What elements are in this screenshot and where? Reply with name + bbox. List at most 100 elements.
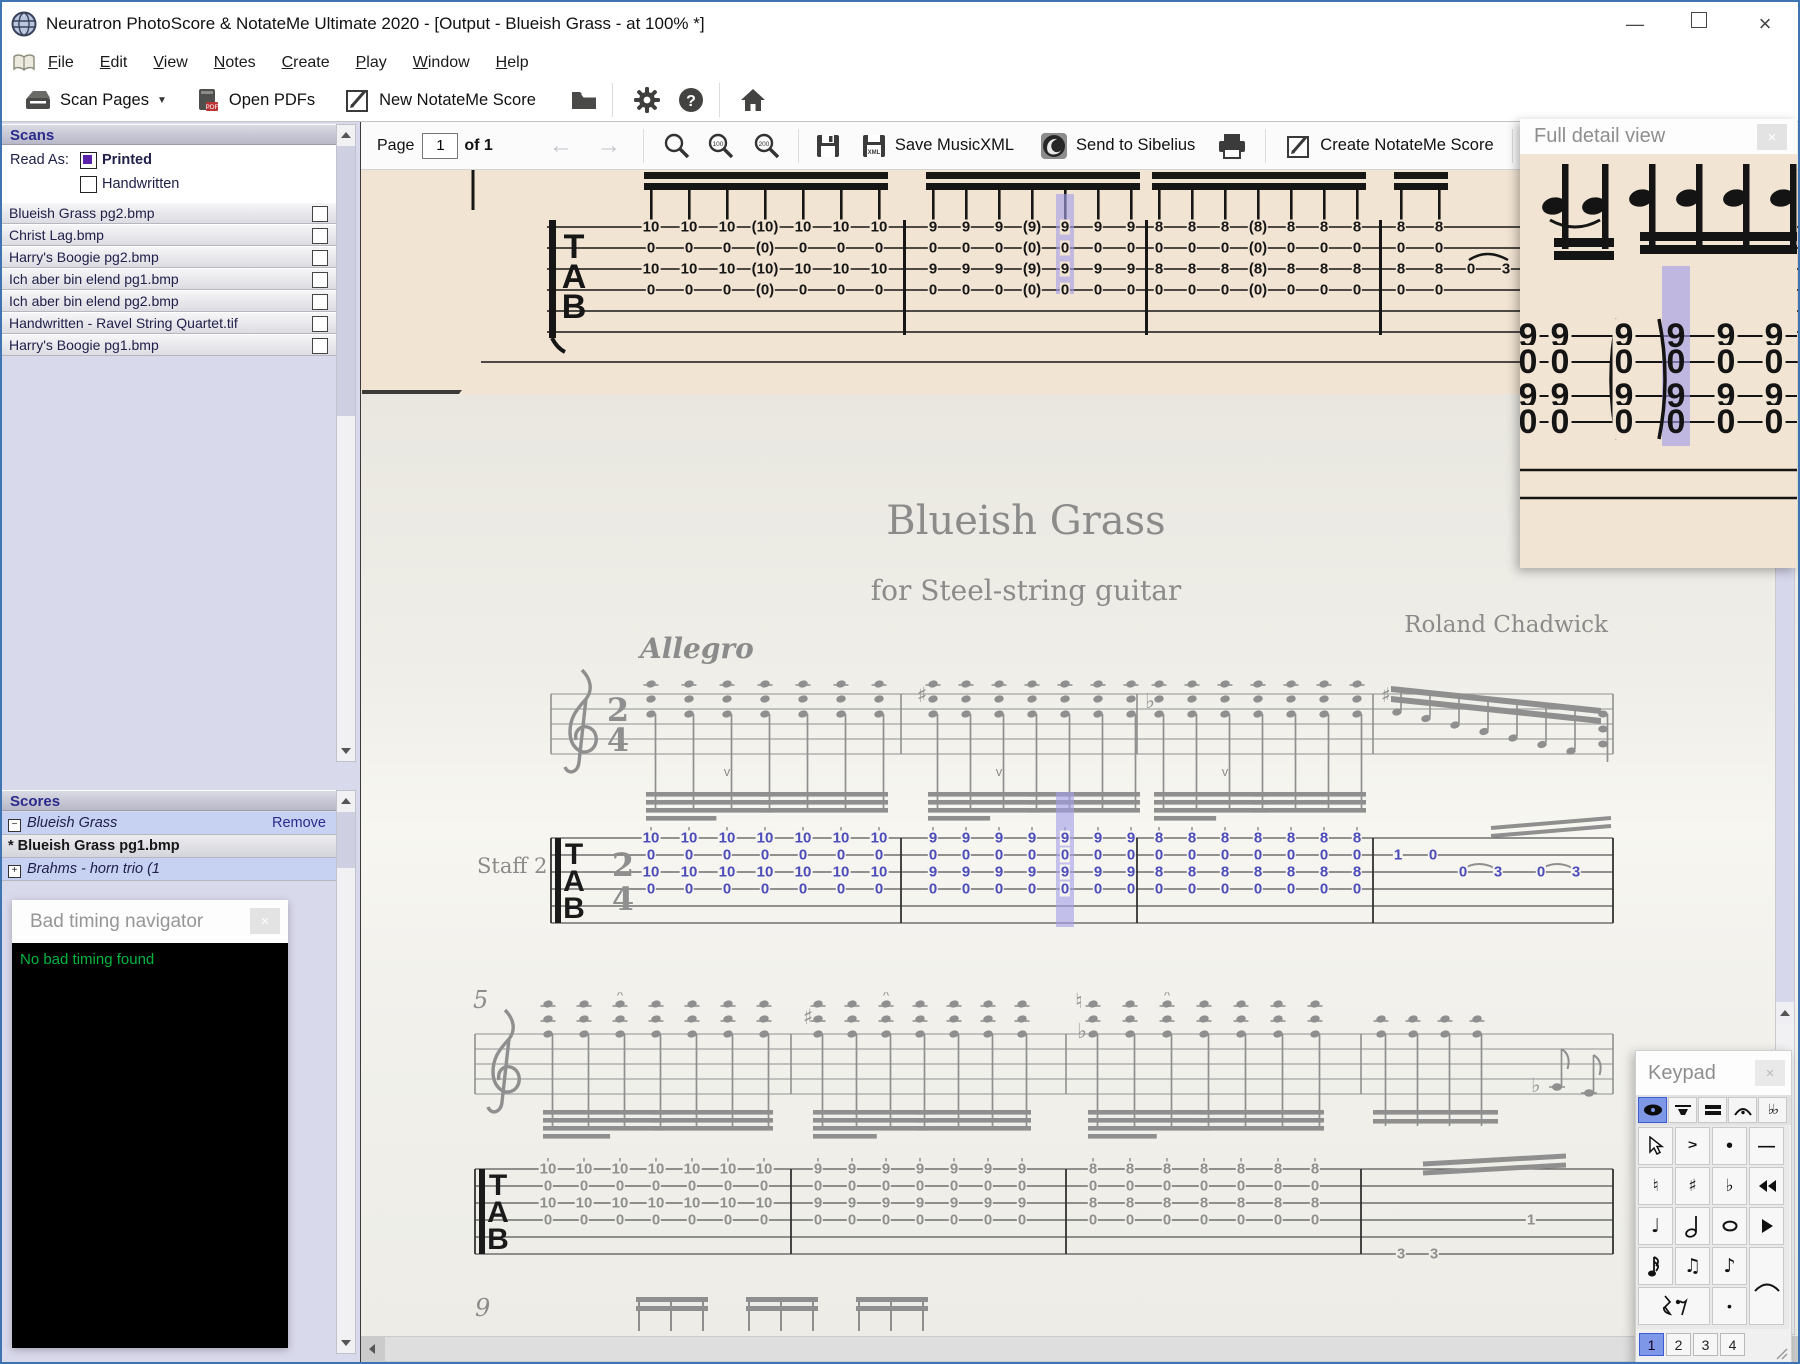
scores-scrollbar-thumb[interactable] bbox=[337, 812, 355, 868]
scroll-left-icon[interactable] bbox=[363, 1339, 381, 1359]
zoom-200-icon[interactable]: 200 bbox=[752, 131, 782, 161]
scroll-up-icon[interactable] bbox=[337, 791, 355, 811]
file-checkbox[interactable] bbox=[312, 250, 328, 266]
keypad-cursor-icon[interactable] bbox=[1638, 1127, 1673, 1165]
keypad-eighth-note-icon[interactable]: ♪ bbox=[1712, 1247, 1747, 1285]
collapse-icon[interactable]: − bbox=[8, 819, 21, 832]
keypad-rests-icon[interactable] bbox=[1638, 1287, 1710, 1325]
keypad-tab-note-value-icon[interactable] bbox=[1668, 1097, 1697, 1123]
scroll-down-icon[interactable] bbox=[337, 741, 355, 761]
scan-file-row[interactable]: Handwritten - Ravel String Quartet.tif bbox=[2, 312, 336, 334]
menu-window[interactable]: Window bbox=[413, 54, 470, 71]
file-checkbox[interactable] bbox=[312, 338, 328, 354]
keypad-accent-icon[interactable]: > bbox=[1675, 1127, 1710, 1165]
menu-view[interactable]: View bbox=[153, 54, 187, 71]
scan-tab-number: 10 bbox=[793, 218, 813, 236]
scan-file-row[interactable]: Blueish Grass pg2.bmp bbox=[2, 202, 336, 224]
menu-create[interactable]: Create bbox=[282, 54, 330, 71]
print-icon[interactable] bbox=[1217, 133, 1247, 159]
keypad-tab-double-flat-icon[interactable]: ♭♭ bbox=[1758, 1097, 1787, 1123]
scores-scrollbar[interactable] bbox=[336, 790, 356, 1354]
keypad-voice-1[interactable]: 1 bbox=[1639, 1333, 1664, 1356]
scroll-up-icon[interactable] bbox=[1776, 1002, 1794, 1024]
expand-icon[interactable]: + bbox=[8, 865, 21, 878]
score-row[interactable]: − Blueish Grass Remove bbox=[2, 812, 336, 835]
keypad-natural-icon[interactable]: ♮ bbox=[1638, 1167, 1673, 1205]
keypad-play-icon[interactable] bbox=[1749, 1207, 1784, 1245]
scan-pages-button[interactable]: Scan Pages ▼ bbox=[24, 88, 167, 112]
read-as-box: Read As: Printed Handwritten bbox=[2, 145, 336, 202]
horizontal-scrollbar-thumb[interactable] bbox=[385, 1337, 1773, 1361]
menu-edit[interactable]: Edit bbox=[100, 54, 128, 71]
create-notateme-score-button[interactable]: Create NotateMe Score bbox=[1286, 133, 1494, 159]
next-page-icon[interactable]: → bbox=[597, 132, 621, 160]
menu-play[interactable]: Play bbox=[356, 54, 387, 71]
home-icon bbox=[740, 89, 765, 111]
previous-page-icon[interactable]: ← bbox=[549, 132, 573, 160]
scan-file-row[interactable]: Christ Lag.bmp bbox=[2, 224, 336, 246]
file-checkbox[interactable] bbox=[312, 206, 328, 222]
keypad-tie-icon[interactable] bbox=[1749, 1247, 1784, 1325]
keypad-eighth-note-pair-icon[interactable]: ♫ bbox=[1675, 1247, 1710, 1285]
close-icon[interactable]: × bbox=[1757, 124, 1787, 150]
scan-file-row[interactable]: Harry's Boogie pg2.bmp bbox=[2, 246, 336, 268]
open-folder-button[interactable] bbox=[570, 89, 598, 111]
keypad-sharp-icon[interactable]: ♯ bbox=[1675, 1167, 1710, 1205]
close-icon[interactable]: × bbox=[1755, 1060, 1785, 1086]
keypad-dot-icon[interactable]: • bbox=[1712, 1287, 1747, 1325]
keypad-half-note-icon[interactable] bbox=[1675, 1207, 1710, 1245]
menu-file[interactable]: File bbox=[48, 54, 74, 71]
settings-button[interactable] bbox=[633, 86, 661, 114]
scroll-up-icon[interactable] bbox=[337, 125, 355, 145]
printed-checkbox[interactable] bbox=[80, 152, 97, 169]
new-notateme-score-button[interactable]: New NotateMe Score bbox=[345, 87, 536, 113]
file-checkbox[interactable] bbox=[312, 228, 328, 244]
home-button[interactable] bbox=[740, 87, 766, 113]
keypad-tab-eye-icon[interactable] bbox=[1638, 1097, 1667, 1123]
keypad-tenuto-icon[interactable]: — bbox=[1749, 1127, 1784, 1165]
scroll-down-icon[interactable] bbox=[337, 1333, 355, 1353]
maximize-button[interactable] bbox=[1684, 12, 1714, 36]
zoom-100-icon[interactable]: 100 bbox=[706, 131, 736, 161]
detail-tab-number: 0 bbox=[1714, 403, 1738, 441]
keypad-rewind-icon[interactable] bbox=[1749, 1167, 1784, 1205]
keypad-flat-icon[interactable]: ♭ bbox=[1712, 1167, 1747, 1205]
keypad-quarter-note-icon[interactable]: ♩ bbox=[1638, 1207, 1673, 1245]
page-number-input[interactable] bbox=[422, 132, 459, 159]
keypad-sixteenth-note-icon[interactable] bbox=[1638, 1247, 1673, 1285]
send-to-sibelius-button[interactable]: Send to Sibelius bbox=[1040, 132, 1195, 160]
minimize-button[interactable]: — bbox=[1620, 12, 1650, 36]
file-checkbox[interactable] bbox=[312, 272, 328, 288]
help-button[interactable]: ? bbox=[677, 86, 705, 114]
keypad-voice-3[interactable]: 3 bbox=[1693, 1333, 1718, 1356]
file-checkbox[interactable] bbox=[312, 316, 328, 332]
horizontal-scrollbar[interactable] bbox=[361, 1336, 1798, 1362]
scans-scrollbar-thumb[interactable] bbox=[337, 146, 355, 416]
menu-notes[interactable]: Notes bbox=[214, 54, 256, 71]
resize-grip-icon[interactable] bbox=[1774, 1346, 1788, 1360]
tab-number: 10 bbox=[641, 829, 661, 847]
tab-number: 0 bbox=[1124, 1177, 1136, 1195]
close-button[interactable]: × bbox=[1750, 12, 1780, 36]
menu-help[interactable]: Help bbox=[496, 54, 529, 71]
remove-score-link[interactable]: Remove bbox=[272, 812, 326, 834]
open-pdfs-button[interactable]: PDF Open PDFs bbox=[195, 87, 315, 113]
scan-file-row[interactable]: Harry's Boogie pg1.bmp bbox=[2, 334, 336, 356]
keypad-tab-fermata-icon[interactable] bbox=[1728, 1097, 1757, 1123]
keypad-voice-2[interactable]: 2 bbox=[1666, 1333, 1691, 1356]
save-icon[interactable] bbox=[815, 133, 841, 159]
file-checkbox[interactable] bbox=[312, 294, 328, 310]
zoom-icon[interactable] bbox=[662, 131, 692, 161]
keypad-tab-beams-icon[interactable] bbox=[1698, 1097, 1727, 1123]
save-musicxml-button[interactable]: XML Save MusicXML bbox=[861, 133, 1014, 159]
scans-scrollbar[interactable] bbox=[336, 124, 356, 762]
scan-file-row[interactable]: Ich aber bin elend pg2.bmp bbox=[2, 290, 336, 312]
score-row[interactable]: + Brahms - horn trio (1 bbox=[2, 858, 336, 881]
keypad-staccato-icon[interactable]: • bbox=[1712, 1127, 1747, 1165]
scan-file-row[interactable]: Ich aber bin elend pg1.bmp bbox=[2, 268, 336, 290]
handwritten-checkbox[interactable] bbox=[80, 176, 97, 193]
close-icon[interactable]: × bbox=[250, 908, 280, 934]
score-row[interactable]: * Blueish Grass pg1.bmp bbox=[2, 835, 336, 858]
keypad-voice-4[interactable]: 4 bbox=[1720, 1333, 1745, 1356]
keypad-whole-note-icon[interactable] bbox=[1712, 1207, 1747, 1245]
